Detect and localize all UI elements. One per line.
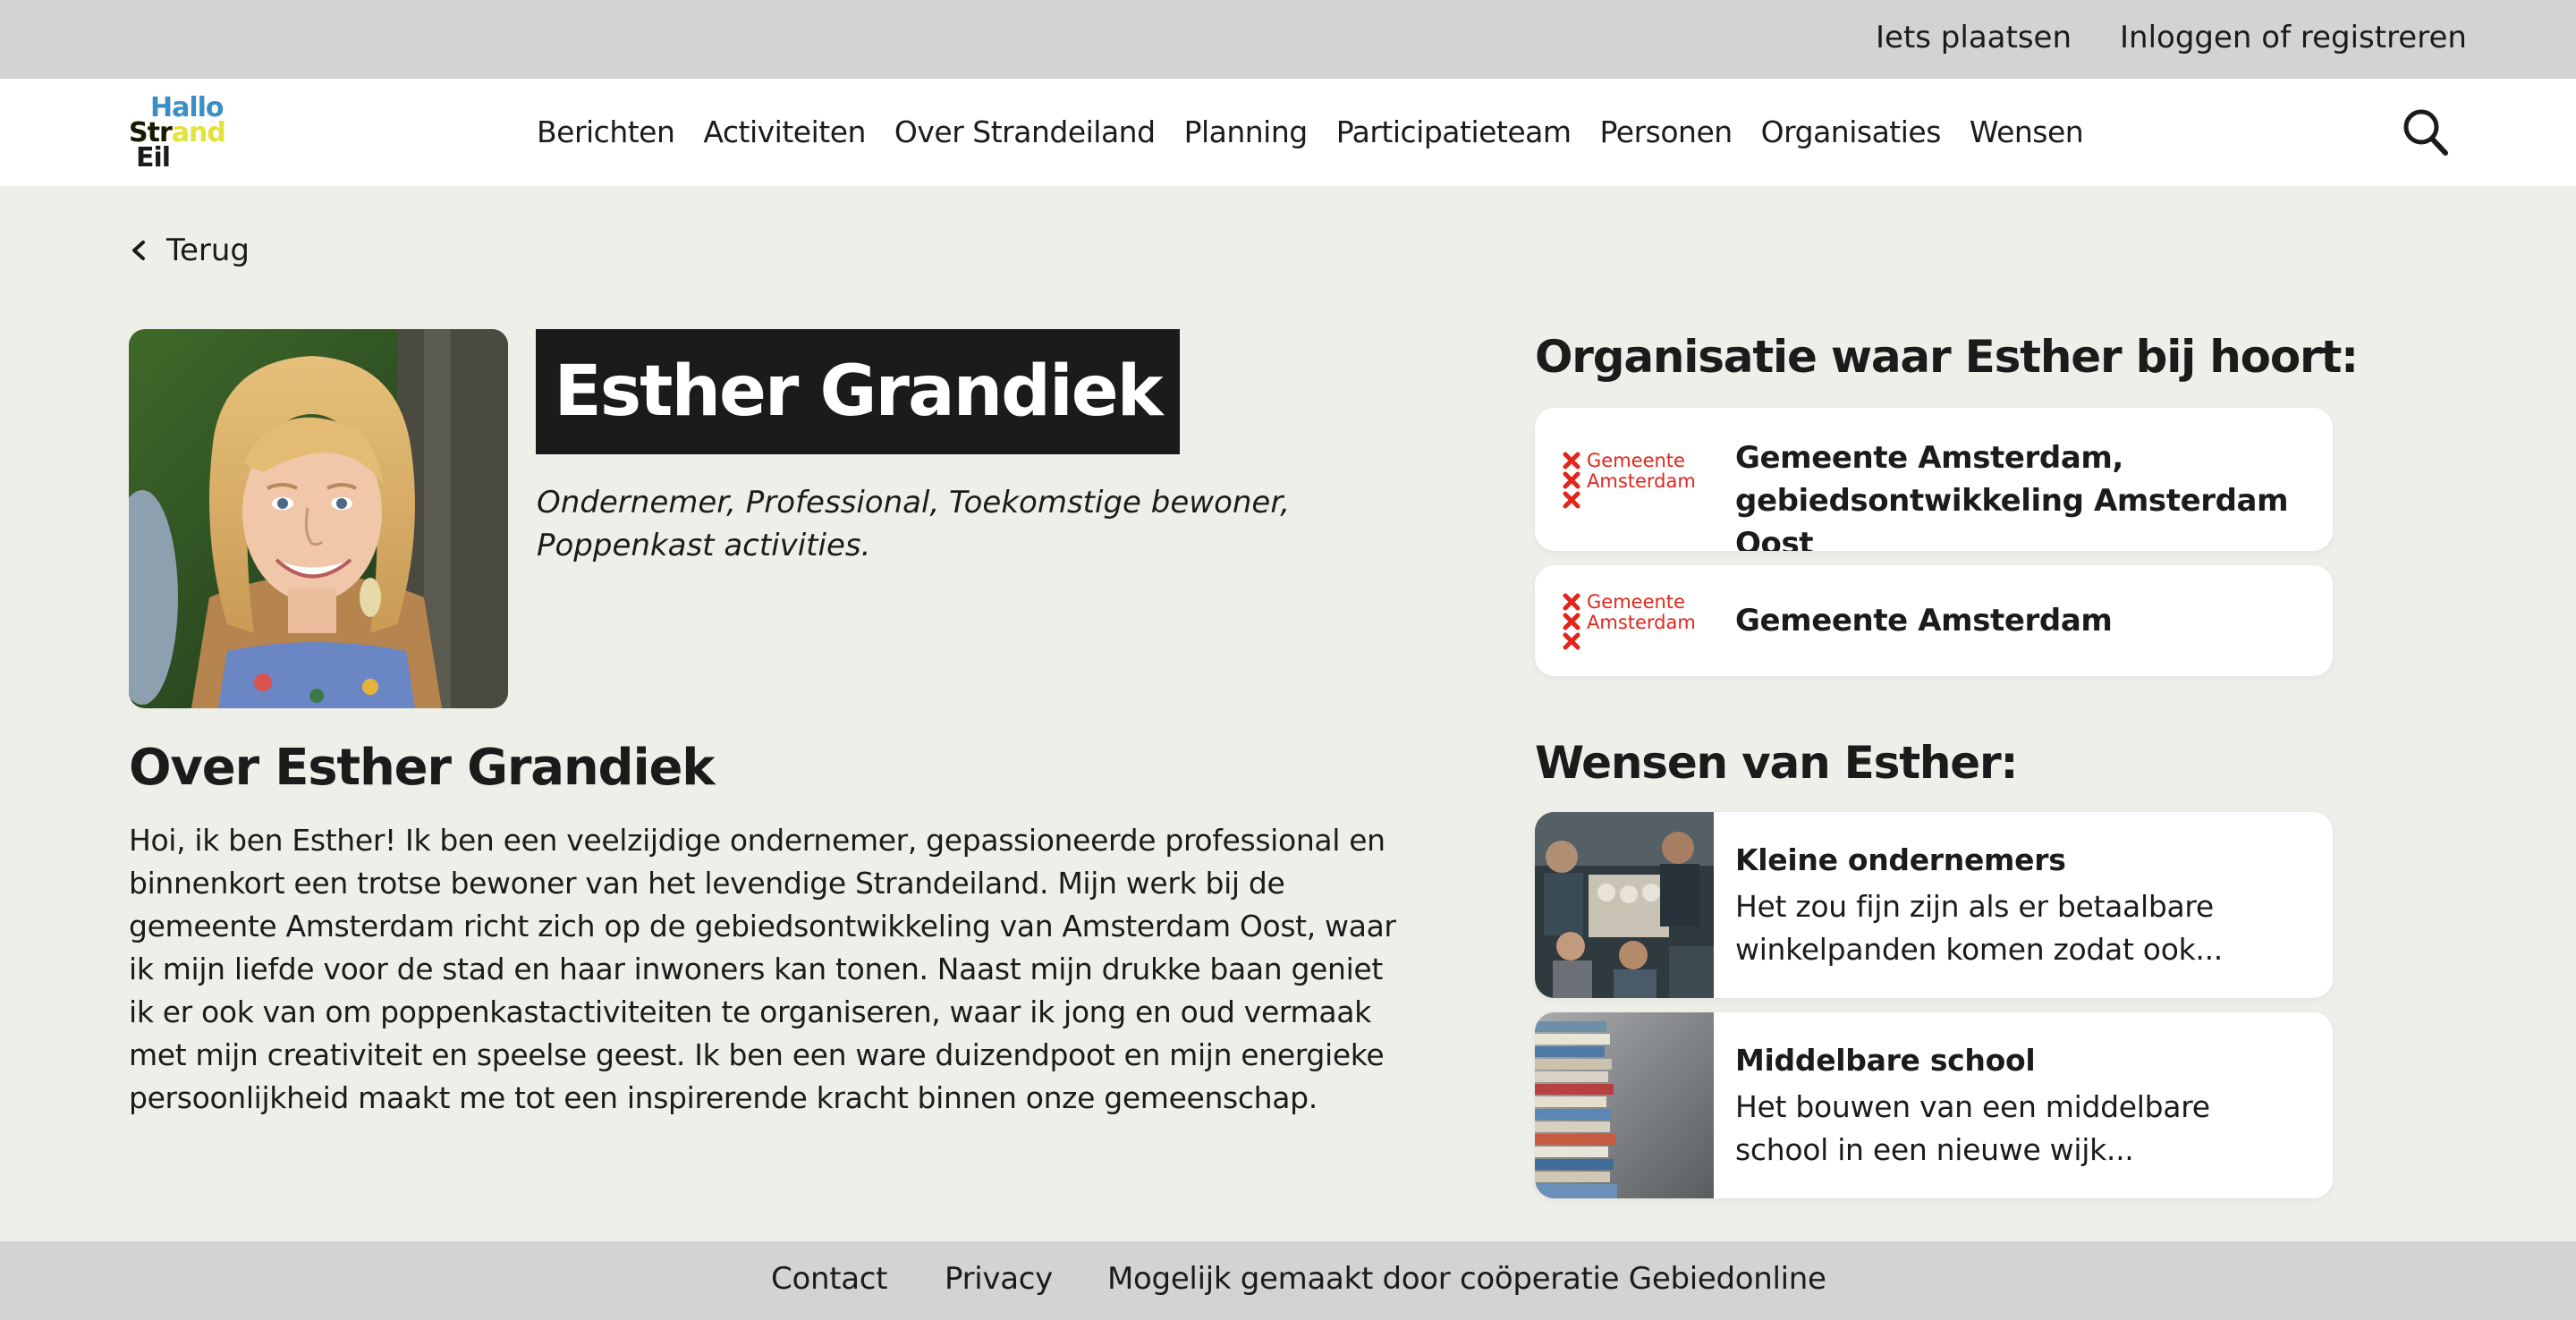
chevron-left-icon	[132, 241, 145, 260]
profile-name-banner: Esther Grandiek	[536, 329, 1180, 454]
amsterdam-crosses-icon	[1563, 452, 1580, 509]
search-icon	[2403, 109, 2448, 156]
primary-nav: Berichten Activiteiten Over Strandeiland…	[537, 111, 2084, 154]
about-text: Hoi, ik ben Esther! Ik ben een veelzijdi…	[129, 823, 1396, 1115]
footer-contact-link[interactable]: Contact	[771, 1261, 887, 1297]
wish-description: Het bouwen van een middelbare school in …	[1735, 1089, 2210, 1167]
nav-item-wensen[interactable]: Wensen	[1970, 111, 2084, 154]
gemeente-amsterdam-logo: Gemeente Amsterdam	[1562, 451, 1705, 515]
wish-title: Kleine ondernemers	[1735, 842, 2066, 877]
wishes-title: Wensen van Esther:	[1535, 737, 2018, 789]
profile-roles: Ondernemer, Professional, Toekomstige be…	[537, 485, 1290, 563]
wish-image-books	[1535, 1012, 1714, 1198]
org-logo-line2: Amsterdam	[1587, 470, 1696, 492]
login-register-link[interactable]: Inloggen of registreren	[2120, 20, 2467, 55]
top-utility-bar: Iets plaatsen Inloggen of registreren	[0, 0, 2576, 79]
wish-card[interactable]: Middelbare school Het bouwen van een mid…	[1535, 1012, 2333, 1198]
post-something-link[interactable]: Iets plaatsen	[1876, 20, 2072, 55]
profile-name: Esther Grandiek	[554, 351, 1163, 432]
organisation-card[interactable]: Gemeente Amsterdam Gemeente Amsterdam	[1535, 565, 2333, 676]
profile-photo	[129, 329, 508, 708]
back-label: Terug	[166, 233, 250, 268]
organisations-title: Organisatie waar Esther bij hoort:	[1535, 331, 2359, 383]
organisation-name: Gemeente Amsterdam	[1735, 603, 2113, 639]
org-logo-line1: Gemeente	[1587, 450, 1685, 471]
org-logo-line2: Amsterdam	[1587, 612, 1696, 633]
footer: Contact Privacy Mogelijk gemaakt door co…	[0, 1241, 2576, 1320]
org-logo-line1: Gemeente	[1587, 591, 1685, 613]
organisation-card[interactable]: Gemeente Amsterdam Gemeente Amsterdam, g…	[1535, 408, 2333, 551]
about-title: Over Esther Grandiek	[129, 739, 715, 797]
back-link[interactable]: Terug	[129, 231, 250, 270]
wish-title: Middelbare school	[1735, 1043, 2036, 1078]
gemeente-amsterdam-logo: Gemeente Amsterdam	[1562, 592, 1705, 656]
wish-card[interactable]: Kleine ondernemers Het zou fijn zijn als…	[1535, 812, 2333, 998]
main-navbar: Hallo Str Strand Eil Berichten Activitei…	[0, 79, 2576, 186]
search-button[interactable]	[2401, 106, 2451, 159]
nav-item-organisaties[interactable]: Organisaties	[1761, 111, 1942, 154]
amsterdam-crosses-icon	[1563, 593, 1580, 650]
wish-image-cafe	[1535, 812, 1714, 998]
wish-description: Het zou fijn zijn als er betaalbare wink…	[1735, 889, 2223, 967]
nav-item-planning[interactable]: Planning	[1184, 111, 1309, 154]
site-logo[interactable]: Hallo Str Strand Eil	[129, 95, 240, 172]
organisation-name: Gemeente Amsterdam, gebiedsontwikkeling …	[1735, 440, 2289, 551]
footer-credit-link[interactable]: Mogelijk gemaakt door coöperatie Gebiedo…	[1107, 1261, 1826, 1297]
nav-item-over-strandeiland[interactable]: Over Strandeiland	[894, 111, 1156, 154]
footer-privacy-link[interactable]: Privacy	[945, 1261, 1053, 1297]
nav-item-activiteiten[interactable]: Activiteiten	[703, 111, 866, 154]
nav-item-participatieteam[interactable]: Participatieteam	[1336, 111, 1572, 154]
logo-eil: Eil	[136, 142, 171, 173]
nav-item-personen[interactable]: Personen	[1600, 111, 1733, 154]
nav-item-berichten[interactable]: Berichten	[537, 111, 675, 154]
